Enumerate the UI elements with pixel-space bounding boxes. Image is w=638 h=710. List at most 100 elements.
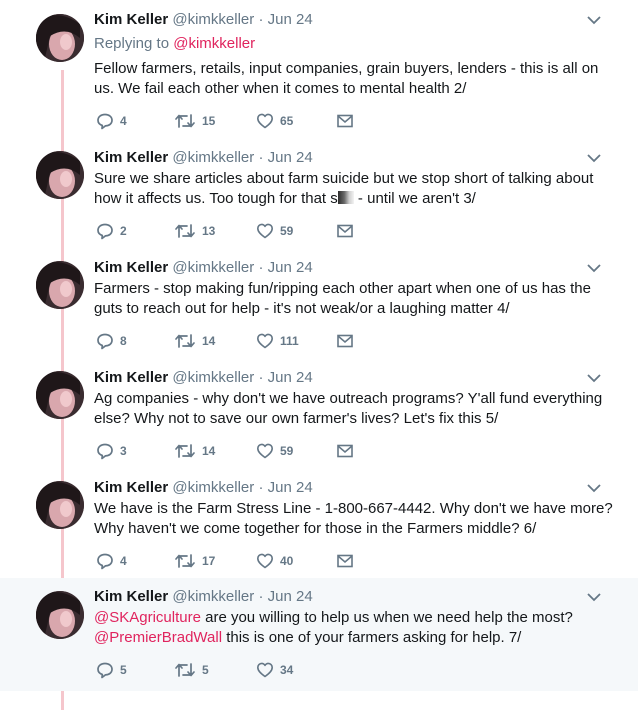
retweet-icon bbox=[175, 224, 195, 238]
replying-to: Replying to @kimkkeller bbox=[94, 35, 255, 52]
tweet-date[interactable]: Jun 24 bbox=[268, 479, 313, 496]
tweet-text-part: this is one of your farmers asking for h… bbox=[222, 629, 522, 646]
retweet-button[interactable]: 13 bbox=[174, 221, 215, 241]
mention-link[interactable]: @PremierBradWall bbox=[94, 629, 222, 646]
retweet-button[interactable]: 5 bbox=[174, 660, 209, 680]
dm-button[interactable] bbox=[336, 551, 354, 571]
chevron-down-icon[interactable] bbox=[586, 260, 602, 276]
envelope-icon bbox=[337, 114, 353, 128]
dm-button[interactable] bbox=[336, 331, 354, 351]
reply-icon bbox=[97, 113, 113, 130]
dm-button[interactable] bbox=[336, 111, 354, 131]
tweet-text-part: - until we aren't 3/ bbox=[353, 190, 476, 207]
avatar[interactable] bbox=[36, 481, 84, 529]
tweet-actions: 2 13 59 bbox=[94, 221, 374, 241]
reply-button[interactable]: 4 bbox=[96, 551, 127, 571]
tweet-text: @SKAgriculture are you willing to help u… bbox=[94, 608, 614, 648]
retweet-count: 15 bbox=[202, 114, 216, 128]
author-handle[interactable]: @kimkkeller bbox=[172, 369, 254, 386]
tweet-actions: 8 14 111 bbox=[94, 331, 374, 351]
tweet-text: Fellow farmers, retails, input companies… bbox=[94, 60, 599, 97]
tweet[interactable]: Kim Keller @kimkkeller · Jun 24 @SKAgric… bbox=[0, 578, 638, 691]
tweet[interactable]: Kim Keller @kimkkeller · Jun 24 We have … bbox=[0, 470, 638, 578]
retweet-count: 14 bbox=[202, 334, 216, 348]
envelope-icon bbox=[337, 334, 353, 348]
reply-count: 5 bbox=[120, 663, 127, 677]
author-name[interactable]: Kim Keller bbox=[94, 149, 168, 166]
reply-button[interactable]: 8 bbox=[96, 331, 127, 351]
author-name[interactable]: Kim Keller bbox=[94, 369, 168, 386]
reply-icon bbox=[97, 333, 113, 350]
avatar[interactable] bbox=[36, 261, 84, 309]
envelope-icon bbox=[337, 224, 353, 238]
like-button[interactable]: 65 bbox=[256, 111, 293, 131]
chevron-down-icon[interactable] bbox=[586, 12, 602, 28]
envelope-icon bbox=[337, 554, 353, 568]
retweet-count: 5 bbox=[202, 663, 209, 677]
tweet-header: Kim Keller @kimkkeller · Jun 24 bbox=[94, 148, 313, 167]
retweet-count: 14 bbox=[202, 444, 216, 458]
retweet-count: 13 bbox=[202, 224, 216, 238]
tweet-date[interactable]: Jun 24 bbox=[268, 11, 313, 28]
tweet-text: Farmers - stop making fun/ripping each o… bbox=[94, 280, 591, 317]
mention-link[interactable]: @SKAgriculture bbox=[94, 609, 201, 626]
separator: · bbox=[258, 479, 264, 496]
author-handle[interactable]: @kimkkeller bbox=[172, 588, 254, 605]
tweet[interactable]: Kim Keller @kimkkeller · Jun 24 Ag compa… bbox=[0, 360, 638, 470]
like-count: 40 bbox=[280, 554, 294, 568]
chevron-down-icon[interactable] bbox=[586, 370, 602, 386]
retweet-button[interactable]: 14 bbox=[174, 441, 215, 461]
tweet-header: Kim Keller @kimkkeller · Jun 24 bbox=[94, 10, 313, 29]
replying-label: Replying to bbox=[94, 35, 170, 52]
reply-button[interactable]: 3 bbox=[96, 441, 127, 461]
reply-button[interactable]: 4 bbox=[96, 111, 127, 131]
like-button[interactable]: 59 bbox=[256, 221, 293, 241]
heart-icon bbox=[257, 553, 273, 569]
avatar[interactable] bbox=[36, 14, 84, 62]
chevron-down-icon[interactable] bbox=[586, 150, 602, 166]
like-count: 65 bbox=[280, 114, 294, 128]
heart-icon bbox=[257, 662, 273, 678]
author-handle[interactable]: @kimkkeller bbox=[172, 11, 254, 28]
author-handle[interactable]: @kimkkeller bbox=[172, 479, 254, 496]
reply-button[interactable]: 5 bbox=[96, 660, 127, 680]
tweet-date[interactable]: Jun 24 bbox=[268, 259, 313, 276]
like-button[interactable]: 34 bbox=[256, 660, 293, 680]
like-button[interactable]: 40 bbox=[256, 551, 293, 571]
reply-button[interactable]: 2 bbox=[96, 221, 127, 241]
avatar[interactable] bbox=[36, 151, 84, 199]
tweet-text: We have is the Farm Stress Line - 1-800-… bbox=[94, 500, 613, 537]
tweet-header: Kim Keller @kimkkeller · Jun 24 bbox=[94, 258, 313, 277]
reply-count: 4 bbox=[120, 114, 127, 128]
tweet-date[interactable]: Jun 24 bbox=[268, 149, 313, 166]
like-button[interactable]: 59 bbox=[256, 441, 293, 461]
dm-button[interactable] bbox=[336, 221, 354, 241]
like-count: 59 bbox=[280, 444, 294, 458]
retweet-icon bbox=[175, 114, 195, 128]
like-button[interactable]: 111 bbox=[256, 331, 299, 351]
tweet[interactable]: Kim Keller @kimkkeller · Jun 24 Replying… bbox=[0, 0, 638, 140]
separator: · bbox=[258, 11, 264, 28]
author-name[interactable]: Kim Keller bbox=[94, 259, 168, 276]
dm-button[interactable] bbox=[336, 441, 354, 461]
tweet[interactable]: Kim Keller @kimkkeller · Jun 24 Farmers … bbox=[0, 250, 638, 360]
author-handle[interactable]: @kimkkeller bbox=[172, 149, 254, 166]
reply-icon bbox=[97, 223, 113, 240]
tweet[interactable]: Kim Keller @kimkkeller · Jun 24 Sure we … bbox=[0, 140, 638, 250]
avatar[interactable] bbox=[36, 591, 84, 639]
tweet-date[interactable]: Jun 24 bbox=[268, 369, 313, 386]
tweet-actions: 3 14 59 bbox=[94, 441, 374, 461]
retweet-button[interactable]: 14 bbox=[174, 331, 215, 351]
replying-handle[interactable]: @kimkkeller bbox=[173, 35, 255, 52]
author-name[interactable]: Kim Keller bbox=[94, 588, 168, 605]
avatar[interactable] bbox=[36, 371, 84, 419]
retweet-button[interactable]: 15 bbox=[174, 111, 215, 131]
separator: · bbox=[258, 259, 264, 276]
chevron-down-icon[interactable] bbox=[586, 480, 602, 496]
chevron-down-icon[interactable] bbox=[586, 589, 602, 605]
author-name[interactable]: Kim Keller bbox=[94, 479, 168, 496]
tweet-date[interactable]: Jun 24 bbox=[268, 588, 313, 605]
retweet-button[interactable]: 17 bbox=[174, 551, 215, 571]
author-name[interactable]: Kim Keller bbox=[94, 11, 168, 28]
author-handle[interactable]: @kimkkeller bbox=[172, 259, 254, 276]
